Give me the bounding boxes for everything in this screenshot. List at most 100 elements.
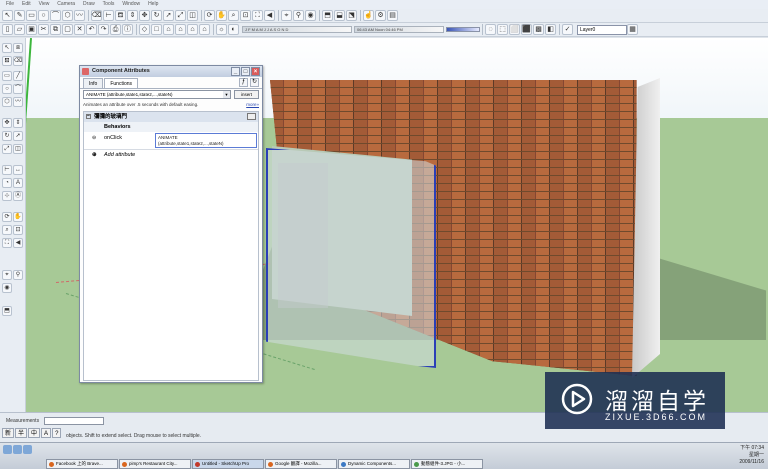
collapse-icon[interactable]: −: [86, 114, 91, 119]
new-file-icon[interactable]: ▯: [2, 24, 13, 35]
start-icon[interactable]: [3, 445, 12, 454]
print-icon[interactable]: ⎙: [110, 24, 121, 35]
pencil-icon[interactable]: ✎: [14, 10, 25, 21]
left-view-icon[interactable]: ⌂: [199, 24, 210, 35]
attribute-value-input[interactable]: ANIMATE (attribute,state1,state2,...,sta…: [155, 133, 257, 148]
ime-mode-alpha[interactable]: A: [41, 428, 52, 438]
shadow-date-strip[interactable]: J F M A M J J A S O N D: [242, 26, 352, 33]
position-camera-icon[interactable]: ⌖: [281, 10, 292, 21]
orbit-icon[interactable]: ⟳: [2, 212, 12, 222]
shadow-time-strip[interactable]: 06:43 AM Noon 04:46 PM: [354, 26, 444, 33]
menu-help[interactable]: Help: [148, 0, 158, 9]
layer-check-icon[interactable]: ✓: [562, 24, 573, 35]
move-icon[interactable]: ✥: [139, 10, 150, 21]
copy-icon[interactable]: ⧉: [50, 24, 61, 35]
freehand-icon[interactable]: 〰: [74, 10, 85, 21]
menu-camera[interactable]: Camera: [57, 0, 75, 9]
circle-icon[interactable]: ○: [38, 10, 49, 21]
section-display-icon[interactable]: ⬓: [334, 10, 345, 21]
section-plane-icon[interactable]: ⬒: [2, 306, 12, 316]
cut-icon[interactable]: ✂: [38, 24, 49, 35]
save-icon[interactable]: ▣: [26, 24, 37, 35]
follow-me-icon[interactable]: ➚: [163, 10, 174, 21]
tape-icon[interactable]: ⊢: [2, 165, 12, 175]
paint-bucket-icon[interactable]: ⛾: [115, 10, 126, 21]
menu-tools[interactable]: Tools: [103, 0, 115, 9]
menu-view[interactable]: View: [39, 0, 50, 9]
system-tray-clock[interactable]: 下午 07:34 星期一 2009/11/16: [739, 445, 764, 466]
model-info-icon[interactable]: ⓘ: [122, 24, 133, 35]
make-component-icon[interactable]: ⧈: [13, 43, 23, 53]
tab-info[interactable]: Info: [83, 78, 104, 88]
arc-icon[interactable]: ⌒: [50, 10, 61, 21]
monochrome-icon[interactable]: ◧: [545, 24, 556, 35]
formula-view-icon[interactable]: ƒ: [239, 78, 248, 87]
back-view-icon[interactable]: ⌂: [187, 24, 198, 35]
xray-icon[interactable]: ◌: [485, 24, 496, 35]
circle-icon[interactable]: ○: [2, 84, 12, 94]
desktop-icon[interactable]: [23, 445, 32, 454]
glass-door-selected[interactable]: [266, 148, 436, 368]
axes-icon[interactable]: ⊹: [2, 191, 12, 201]
wireframe-icon[interactable]: ⬚: [497, 24, 508, 35]
task-dynamic-components[interactable]: Dynamic Components...: [338, 459, 410, 469]
more-link[interactable]: more»: [246, 100, 259, 109]
zoom-icon[interactable]: ⌕: [228, 10, 239, 21]
section-plane-icon[interactable]: ⬒: [322, 10, 333, 21]
task-google-translate[interactable]: Google 翻譯 - Mozilla...: [265, 459, 337, 469]
look-around-icon[interactable]: ◉: [2, 283, 12, 293]
push-pull-icon[interactable]: ⇕: [13, 118, 23, 128]
hidden-line-icon[interactable]: ⬜: [509, 24, 520, 35]
position-camera-icon[interactable]: ⌖: [2, 270, 12, 280]
eraser-icon[interactable]: ⌫: [91, 10, 102, 21]
tape-icon[interactable]: ⊢: [103, 10, 114, 21]
maximize-icon[interactable]: □: [241, 67, 250, 76]
3d-text-icon[interactable]: Ⓐ: [13, 191, 23, 201]
protractor-icon[interactable]: ◔: [2, 178, 12, 188]
scale-icon[interactable]: ⤢: [175, 10, 186, 21]
rectangle-icon[interactable]: ▭: [2, 71, 12, 81]
zoom-icon[interactable]: ⌕: [2, 225, 12, 235]
pan-icon[interactable]: ✋: [216, 10, 227, 21]
right-view-icon[interactable]: ⌂: [175, 24, 186, 35]
shadow-slider[interactable]: [446, 27, 480, 32]
ime-mode-chinese[interactable]: 中: [28, 428, 41, 438]
measurements-input[interactable]: [44, 417, 104, 425]
dynamic-component-interact-icon[interactable]: ☝: [363, 10, 374, 21]
zoom-window-icon[interactable]: ⊡: [240, 10, 251, 21]
minimize-icon[interactable]: _: [231, 67, 240, 76]
menu-file[interactable]: File: [6, 0, 14, 9]
tab-functions[interactable]: Functions: [104, 78, 139, 88]
undo-icon[interactable]: ↶: [86, 24, 97, 35]
arc-icon[interactable]: ⌒: [13, 84, 23, 94]
layer-select[interactable]: Layer0: [577, 24, 627, 35]
menu-window[interactable]: Window: [122, 0, 140, 9]
polygon-icon[interactable]: ⬡: [2, 97, 12, 107]
pan-icon[interactable]: ✋: [13, 212, 23, 222]
front-view-icon[interactable]: ⌂: [163, 24, 174, 35]
ime-mode-new[interactable]: 新: [2, 428, 15, 438]
section-cut-icon[interactable]: ⬔: [346, 10, 357, 21]
function-select[interactable]: ANIMATE (attribute,state1,state2,...,sta…: [83, 90, 231, 99]
zoom-extents-icon[interactable]: ⛶: [2, 238, 12, 248]
scale-icon[interactable]: ⤢: [2, 144, 12, 154]
shaded-icon[interactable]: ⬛: [521, 24, 532, 35]
shaded-textures-icon[interactable]: ▩: [533, 24, 544, 35]
refresh-icon[interactable]: ↻: [250, 78, 259, 87]
previous-view-icon[interactable]: ◀: [13, 238, 23, 248]
delete-attribute-icon[interactable]: ⊖: [92, 135, 96, 141]
ime-help[interactable]: ?: [52, 428, 62, 438]
rotate-icon[interactable]: ↻: [2, 131, 12, 141]
component-options-icon[interactable]: [247, 113, 256, 120]
rotate-icon[interactable]: ↻: [151, 10, 162, 21]
iso-view-icon[interactable]: ◇: [139, 24, 150, 35]
menu-edit[interactable]: Edit: [22, 0, 31, 9]
text-icon[interactable]: A: [13, 178, 23, 188]
redo-icon[interactable]: ↷: [98, 24, 109, 35]
polygon-icon[interactable]: ⬡: [62, 10, 73, 21]
add-icon[interactable]: ⊕: [92, 150, 97, 160]
orbit-icon[interactable]: ⟳: [204, 10, 215, 21]
line-icon[interactable]: ╱: [13, 71, 23, 81]
ime-mode-half[interactable]: 半: [15, 428, 28, 438]
add-attribute-row[interactable]: ⊕ Add attribute: [84, 150, 258, 160]
